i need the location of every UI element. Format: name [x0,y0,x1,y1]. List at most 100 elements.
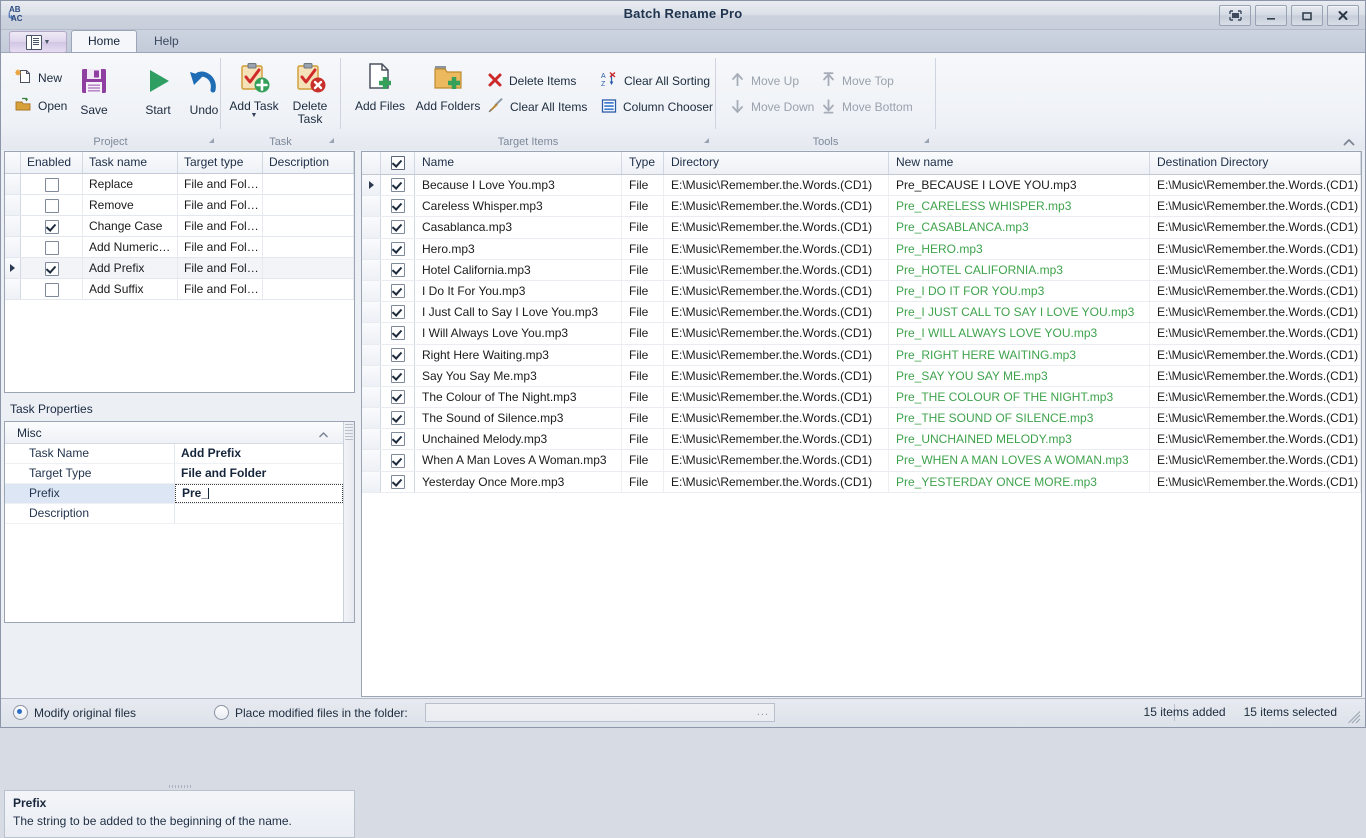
destination-folder-input[interactable]: ... [425,703,775,722]
checkbox-checked-icon[interactable] [45,262,59,276]
task-row[interactable]: Add Suffix File and Folder [5,279,354,300]
radio-selected-icon[interactable] [13,705,28,720]
file-row[interactable]: I Will Always Love You.mp3FileE:\Music\R… [362,323,1361,344]
minimize-button[interactable] [1255,5,1287,26]
file-row[interactable]: Yesterday Once More.mp3FileE:\Music\Reme… [362,472,1361,493]
add-folders-button[interactable]: Add Folders [411,61,485,113]
file-checkbox-cell[interactable] [381,260,415,280]
property-row-target-type[interactable]: Target Type File and Folder [5,464,343,484]
property-row-task-name[interactable]: Task Name Add Prefix [5,444,343,464]
file-row[interactable]: The Sound of Silence.mp3FileE:\Music\Rem… [362,408,1361,429]
file-checkbox-cell[interactable] [381,302,415,322]
property-value[interactable]: Add Prefix [175,444,343,463]
task-col-target[interactable]: Target type [178,152,263,173]
move-bottom-button[interactable]: Move Bottom [821,96,913,118]
file-col-type[interactable]: Type [622,152,664,174]
checkbox-checked-icon[interactable] [391,199,405,213]
checkbox-checked-icon[interactable] [45,220,59,234]
file-row[interactable]: Hero.mp3FileE:\Music\Remember.the.Words.… [362,239,1361,260]
restore-custom-button[interactable] [1219,5,1251,26]
panel-splitter[interactable] [4,783,355,790]
checkbox-checked-icon[interactable] [391,263,405,277]
chevron-up-icon[interactable] [318,428,329,442]
ribbon-collapse-button[interactable] [1341,135,1357,149]
file-checkbox-cell[interactable] [381,217,415,237]
move-top-button[interactable]: Move Top [821,70,894,92]
save-button[interactable]: Save [63,63,125,117]
task-enabled-cell[interactable] [21,174,83,194]
checkbox-checked-icon[interactable] [391,220,405,234]
clear-all-items-button[interactable]: Clear All Items [487,96,587,118]
property-value[interactable]: File and Folder [175,464,343,483]
checkbox-checked-icon[interactable] [391,475,405,489]
file-col-new-name[interactable]: New name [889,152,1150,174]
dialog-launcher-icon[interactable] [329,138,334,143]
task-row[interactable]: Remove File and Folder [5,195,354,216]
column-chooser-button[interactable]: Column Chooser [601,96,713,118]
file-checkbox-cell[interactable] [381,281,415,301]
file-checkbox-cell[interactable] [381,366,415,386]
file-checkbox-cell[interactable] [381,387,415,407]
modify-original-files-radio[interactable]: Modify original files [13,705,136,720]
task-enabled-cell[interactable] [21,237,83,257]
task-enabled-cell[interactable] [21,195,83,215]
checkbox-checked-icon[interactable] [391,305,405,319]
file-row-current[interactable]: Because I Love You.mp3FileE:\Music\Remem… [362,175,1361,196]
quick-access-toolbar-button[interactable]: ▼ [9,31,67,53]
close-button[interactable] [1327,5,1359,26]
file-row[interactable]: I Just Call to Say I Love You.mp3FileE:\… [362,302,1361,323]
file-checkbox-cell[interactable] [381,323,415,343]
file-checkbox-cell[interactable] [381,239,415,259]
maximize-button[interactable] [1291,5,1323,26]
task-enabled-cell[interactable] [21,279,83,299]
task-col-description[interactable]: Description [263,152,354,173]
task-enabled-cell[interactable] [21,258,83,278]
task-enabled-cell[interactable] [21,216,83,236]
file-row[interactable]: Casablanca.mp3FileE:\Music\Remember.the.… [362,217,1361,238]
file-row[interactable]: I Do It For You.mp3FileE:\Music\Remember… [362,281,1361,302]
radio-unselected-icon[interactable] [214,705,229,720]
clear-all-sorting-button[interactable]: AZ Clear All Sorting [601,70,710,92]
select-all-checkbox-cell[interactable] [381,152,415,174]
checkbox-checked-icon[interactable] [391,454,405,468]
delete-items-button[interactable]: Delete Items [487,70,576,92]
checkbox-checked-icon[interactable] [391,326,405,340]
checkbox-unchecked-icon[interactable] [45,283,59,297]
checkbox-checked-icon[interactable] [391,369,405,383]
open-button[interactable]: Open [15,95,67,117]
task-col-enabled[interactable]: Enabled [21,152,83,173]
file-checkbox-cell[interactable] [381,450,415,470]
checkbox-unchecked-icon[interactable] [45,241,59,255]
checkbox-checked-icon[interactable] [391,156,405,170]
move-up-button[interactable]: Move Up [730,70,799,92]
dialog-launcher-icon[interactable] [704,138,709,143]
tab-home[interactable]: Home [71,30,137,52]
checkbox-checked-icon[interactable] [391,284,405,298]
file-row[interactable]: The Colour of The Night.mp3FileE:\Music\… [362,387,1361,408]
task-row[interactable]: Add Numerical... File and Folder [5,237,354,258]
dialog-launcher-icon[interactable] [209,138,214,143]
property-value[interactable] [175,504,343,523]
file-checkbox-cell[interactable] [381,472,415,492]
window-resize-grip[interactable] [1348,711,1361,724]
checkbox-checked-icon[interactable] [391,432,405,446]
browse-ellipsis-button[interactable]: ... [757,706,769,718]
file-checkbox-cell[interactable] [381,345,415,365]
file-checkbox-cell[interactable] [381,408,415,428]
task-row[interactable]: Change Case File and Folder [5,216,354,237]
file-col-directory[interactable]: Directory [664,152,889,174]
file-checkbox-cell[interactable] [381,196,415,216]
add-task-button[interactable]: Add Task ▼ [223,61,285,118]
properties-scrollbar[interactable] [343,422,354,622]
place-modified-files-radio[interactable]: Place modified files in the folder: [214,705,408,720]
file-row[interactable]: Right Here Waiting.mp3FileE:\Music\Remem… [362,345,1361,366]
task-row-selected[interactable]: Add Prefix File and Folder [5,258,354,279]
move-down-button[interactable]: Move Down [730,96,814,118]
scrollbar-grip[interactable] [345,424,353,440]
checkbox-checked-icon[interactable] [391,178,405,192]
dialog-launcher-icon[interactable] [924,138,929,143]
chevron-down-icon[interactable]: ▼ [251,113,258,118]
delete-task-button[interactable]: Delete Task [279,61,341,126]
file-row[interactable]: Say You Say Me.mp3FileE:\Music\Remember.… [362,366,1361,387]
properties-category-misc[interactable]: Misc [5,422,343,444]
